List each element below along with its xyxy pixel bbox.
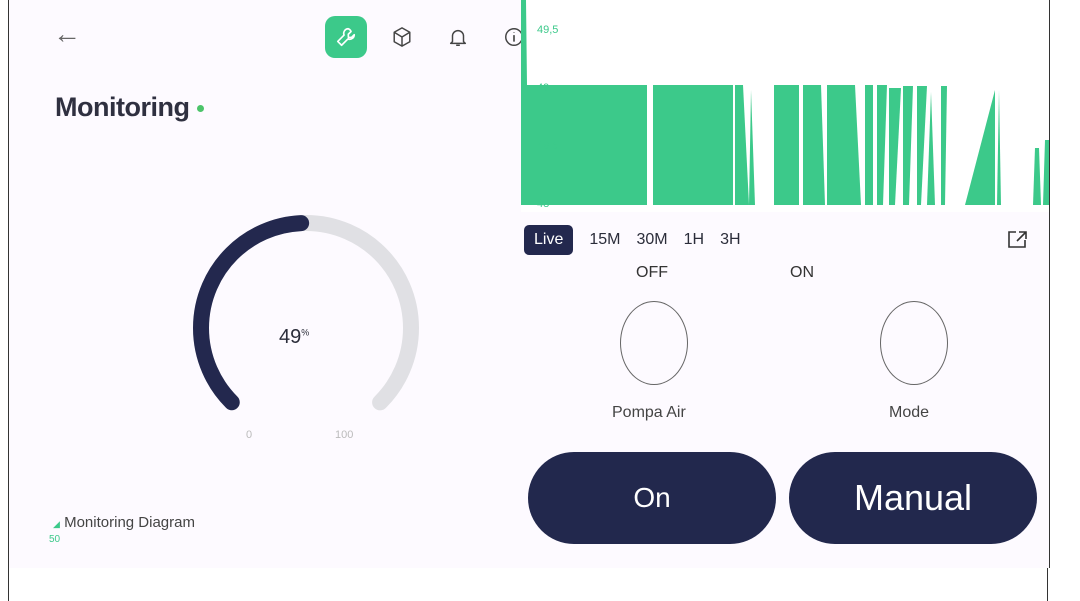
pompa-on-button-label: On — [633, 482, 671, 513]
page-title: Monitoring — [55, 92, 205, 123]
tab-3h[interactable]: 3H — [712, 231, 748, 249]
tab-30m[interactable]: 30M — [628, 231, 675, 249]
legend-label: Monitoring Diagram — [64, 514, 195, 531]
gauge-min: 0 — [246, 429, 253, 441]
gauge-max: 100 — [335, 429, 354, 441]
wrench-icon[interactable] — [325, 16, 367, 58]
chart: 49,5 49 48,5 48 — [521, 0, 1049, 212]
mode-toggle[interactable] — [880, 301, 948, 385]
tab-live[interactable]: Live — [524, 225, 574, 255]
pompa-label: Pompa Air — [612, 404, 686, 421]
bell-icon[interactable] — [437, 16, 479, 58]
legend: ◢ Monitoring Diagram — [53, 514, 195, 531]
frame-line-right — [1047, 568, 1048, 601]
arrow-left-icon[interactable]: ← — [53, 20, 81, 48]
y-tick-1: 49 — [537, 82, 549, 94]
mode-state: ON — [790, 264, 814, 281]
external-link-icon[interactable] — [1005, 228, 1031, 250]
gauge-unit: % — [301, 327, 310, 338]
page-title-text: Monitoring — [55, 92, 190, 122]
frame-line — [8, 568, 9, 601]
pompa-state: OFF — [636, 264, 668, 281]
pompa-on-button[interactable]: On — [528, 452, 776, 544]
tab-1h[interactable]: 1H — [676, 231, 712, 249]
gauge-value: 49% — [279, 326, 309, 349]
app-panel: ← Monitoring 49% 0 100 ◢ Monitoring Diag… — [8, 0, 1050, 568]
mode-label: Mode — [889, 404, 930, 421]
gauge-fill — [193, 215, 419, 440]
y-tick-2: 48,5 — [537, 140, 558, 152]
y-tick-0: 49,5 — [537, 24, 558, 36]
y-tick-3: 48 — [537, 198, 549, 210]
cube-icon[interactable] — [381, 16, 423, 58]
toolbar — [325, 16, 535, 58]
status-dot — [197, 105, 205, 113]
time-range-tabs: Live 15M 30M 1H 3H — [524, 225, 749, 255]
gauge — [193, 215, 419, 440]
mode-manual-button-label: Manual — [853, 477, 973, 518]
mode-manual-button[interactable]: Manual — [789, 452, 1037, 544]
tab-15m[interactable]: 15M — [581, 231, 628, 249]
gauge-value-number: 49 — [279, 326, 302, 348]
legend-sub: 50 — [49, 534, 61, 545]
pompa-toggle[interactable] — [620, 301, 688, 385]
